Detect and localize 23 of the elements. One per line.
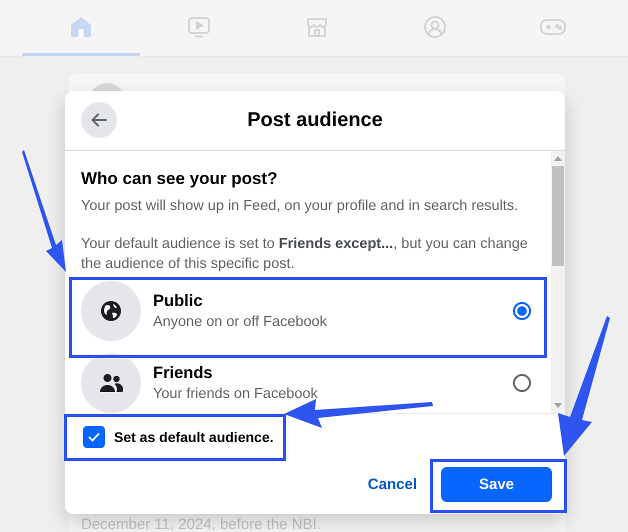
checkbox-label: Set as default audience. xyxy=(114,429,274,445)
back-arrow-icon xyxy=(90,111,108,129)
option-title: Friends xyxy=(153,364,214,383)
video-icon xyxy=(187,14,211,38)
radio-button[interactable] xyxy=(513,302,531,320)
option-title: Public xyxy=(153,292,204,311)
checkbox[interactable] xyxy=(83,426,105,448)
radio-button[interactable] xyxy=(513,374,531,392)
back-button[interactable] xyxy=(81,102,117,138)
globe-icon xyxy=(100,300,122,322)
option-description: Anyone on or off Facebook xyxy=(153,314,328,330)
description-text: Your post will show up in Feed, on your profile and in search results. xyxy=(80,197,520,216)
option-description: Your friends on Facebook xyxy=(153,386,319,402)
home-icon xyxy=(69,14,93,38)
dialog-title: Post audience xyxy=(247,109,383,132)
checkmark-icon xyxy=(88,432,100,442)
profile-icon xyxy=(423,14,447,38)
save-button[interactable]: Save xyxy=(441,466,552,502)
people-icon xyxy=(99,373,123,393)
cancel-button[interactable]: Cancel xyxy=(368,472,417,496)
section-heading: Who can see your post? xyxy=(80,169,278,189)
default-audience-note: Your default audience is set to Friends except..., but you can change the audience of this specific post. xyxy=(80,235,529,274)
scrollbar[interactable] xyxy=(551,151,565,413)
